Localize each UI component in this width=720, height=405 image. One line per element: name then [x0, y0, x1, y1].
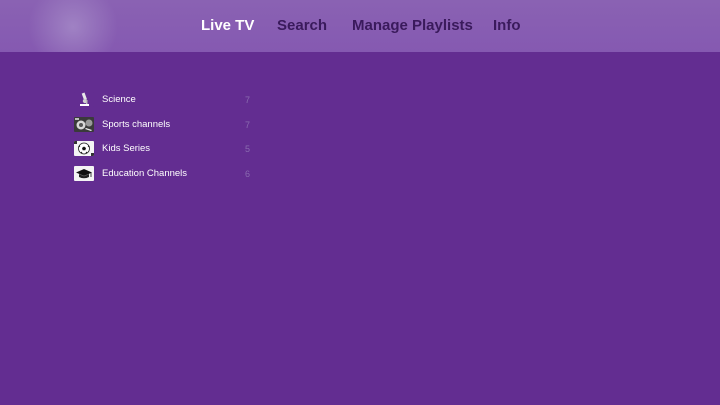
soccer-ball-icon	[74, 141, 94, 157]
graduation-cap-icon	[74, 166, 94, 182]
playlist-row-education-channels[interactable]: Education Channels 6	[74, 162, 254, 187]
playlist-label: Kids Series	[102, 143, 151, 155]
microscope-icon	[74, 92, 94, 107]
playlist-count: 7	[244, 119, 250, 130]
playlist-count: 5	[244, 144, 250, 155]
tab-search[interactable]: Search	[277, 16, 327, 36]
nav-tabs: Live TV Search Manage Playlists Info	[0, 0, 720, 52]
playlist-row-science[interactable]: Science 7	[74, 88, 254, 113]
playlist-label: Sports channels	[102, 118, 171, 130]
tab-info[interactable]: Info	[493, 16, 521, 36]
playlist-list: Science 7 Sports channels 7 Kids Series …	[74, 88, 254, 187]
playlist-row-kids-series[interactable]: Kids Series 5	[74, 137, 254, 162]
playlist-row-sports-channels[interactable]: Sports channels 7	[74, 113, 254, 138]
playlist-count: 7	[244, 95, 250, 105]
tab-manage-playlists[interactable]: Manage Playlists	[352, 16, 473, 36]
playlist-label: Science	[102, 94, 136, 105]
playlist-label: Education Channels	[102, 168, 188, 180]
sports-icon	[74, 116, 94, 132]
playlist-count: 6	[244, 169, 250, 180]
tab-live-tv[interactable]: Live TV	[201, 16, 254, 36]
top-navigation-bar: Live TV Search Manage Playlists Info	[0, 0, 720, 52]
